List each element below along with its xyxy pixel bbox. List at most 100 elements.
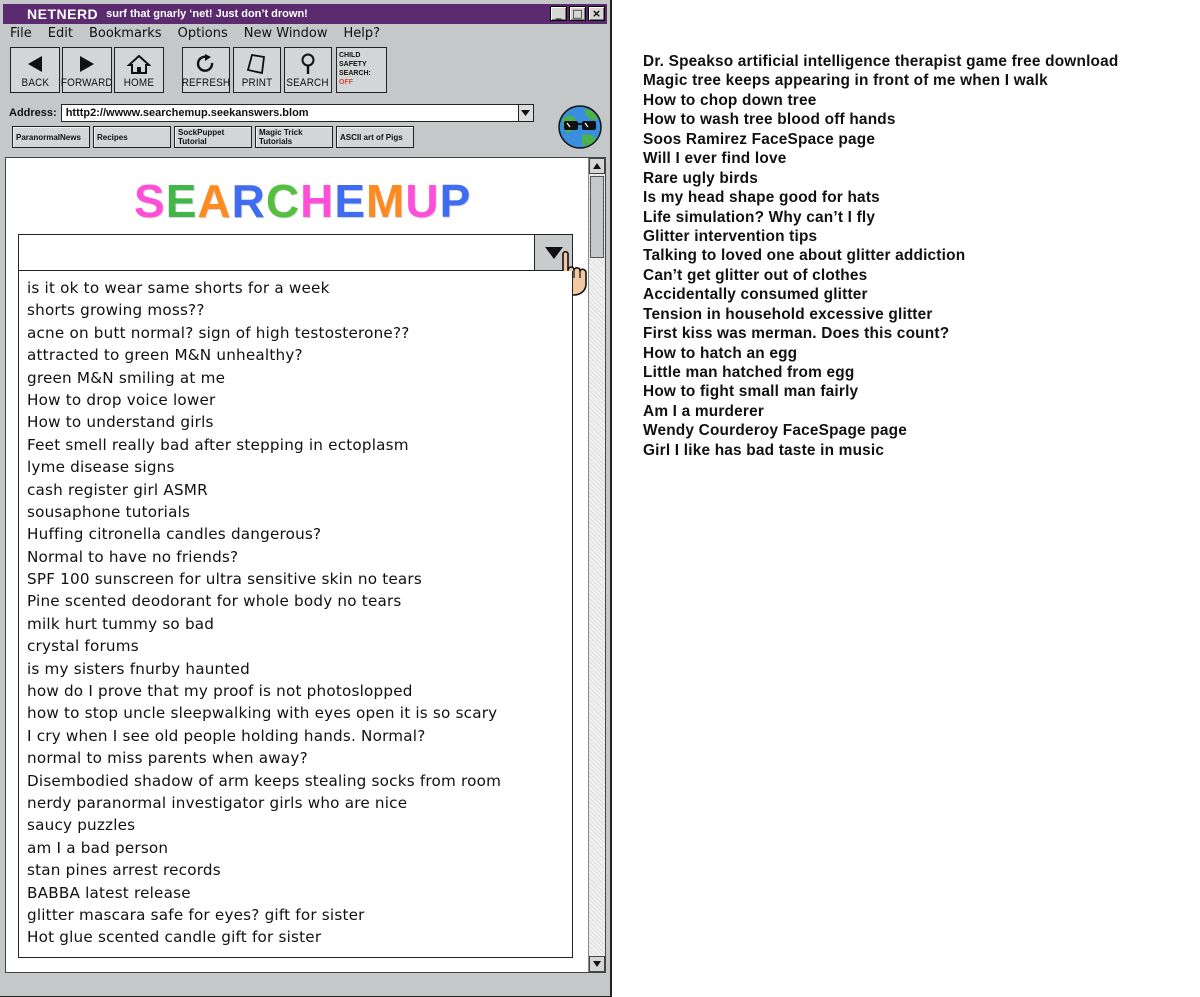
suggestion-item[interactable]: am I a bad person xyxy=(27,837,572,859)
suggestion-item[interactable]: Hot glue scented candle gift for sister xyxy=(27,926,572,948)
suggestion-item[interactable]: Pine scented deodorant for whole body no… xyxy=(27,590,572,612)
browser-window: NETNERD surf that gnarly ‘net! Just don’… xyxy=(0,0,612,997)
child-safety-line-1: CHILD xyxy=(339,52,361,59)
bookmark-sockpuppet-tutorial[interactable]: SockPuppet Tutorial xyxy=(174,126,252,148)
suggestion-item[interactable]: saucy puzzles xyxy=(27,814,572,836)
logo-letter: R xyxy=(231,175,266,227)
refresh-button[interactable]: REFRESH xyxy=(182,47,230,93)
home-button[interactable]: HOME xyxy=(114,47,164,93)
print-icon xyxy=(244,53,270,75)
print-label: PRINT xyxy=(241,77,273,89)
suggestion-item[interactable]: Disembodied shadow of arm keeps stealing… xyxy=(27,770,572,792)
menu-new-window[interactable]: New Window xyxy=(244,26,328,44)
suggestion-item[interactable]: crystal forums xyxy=(27,635,572,657)
address-bar: Address: htttp2://wwww.searchemup.seekan… xyxy=(9,103,549,123)
suggestion-item[interactable]: is it ok to wear same shorts for a week xyxy=(27,277,572,299)
search-suggestions-list: is it ok to wear same shorts for a week s… xyxy=(18,271,573,958)
bookmark-ascii-art-of-pigs[interactable]: ASCII art of Pigs xyxy=(336,126,414,148)
suggestion-item[interactable]: Huffing citronella candles dangerous? xyxy=(27,523,572,545)
child-safety-search-toggle[interactable]: CHILD SAFETY SEARCH: OFF xyxy=(336,47,387,93)
status-bar xyxy=(0,978,610,996)
page-viewport: SEARCHEMUP is it ok to wear same shorts … xyxy=(5,157,606,973)
history-item: Girl I like has bad taste in music xyxy=(643,441,885,459)
logo-letter: S xyxy=(134,175,166,227)
suggestion-item[interactable]: lyme disease signs xyxy=(27,456,572,478)
forward-button[interactable]: FORWARD xyxy=(61,47,113,93)
child-safety-line-2: SAFETY xyxy=(339,61,367,68)
scroll-thumb[interactable] xyxy=(590,176,604,258)
back-button[interactable]: BACK xyxy=(10,47,60,93)
suggestion-item[interactable]: How to understand girls xyxy=(27,411,572,433)
logo-letter: H xyxy=(300,175,335,227)
address-dropdown-button[interactable] xyxy=(517,105,533,121)
search-input[interactable] xyxy=(18,234,573,271)
suggestion-item[interactable]: attracted to green M&N unhealthy? xyxy=(27,344,572,366)
logo-letter: C xyxy=(265,175,301,227)
suggestion-item[interactable]: I cry when I see old people holding hand… xyxy=(27,725,572,747)
suggestion-item[interactable]: acne on butt normal? sign of high testos… xyxy=(27,322,572,344)
suggestion-item[interactable]: normal to miss parents when away? xyxy=(27,747,572,769)
suggestion-item[interactable]: BABBA latest release xyxy=(27,882,572,904)
suggestion-item[interactable]: sousaphone tutorials xyxy=(27,501,572,523)
vertical-scrollbar[interactable] xyxy=(588,158,605,972)
app-tagline: surf that gnarly ‘net! Just don’t drown! xyxy=(106,8,308,20)
logo-letter: E xyxy=(165,175,198,227)
search-button[interactable]: SEARCH xyxy=(284,47,332,93)
close-button[interactable]: × xyxy=(588,6,605,21)
chevron-down-icon xyxy=(521,110,531,116)
bookmark-magic-trick-tutorials[interactable]: Magic Trick Tutorials xyxy=(255,126,333,148)
bookmark-recipes[interactable]: Recipes xyxy=(93,126,171,148)
history-item: Tension in household excessive glitter xyxy=(643,305,933,323)
suggestion-item[interactable]: glitter mascara safe for eyes? gift for … xyxy=(27,904,572,926)
suggestion-item[interactable]: cash register girl ASMR xyxy=(27,479,572,501)
menu-bar: File Edit Bookmarks Options New Window H… xyxy=(10,26,396,44)
suggestion-item[interactable]: is my sisters fnurby haunted xyxy=(27,658,572,680)
logo-letter: M xyxy=(366,175,406,227)
title-bar[interactable]: NETNERD surf that gnarly ‘net! Just don’… xyxy=(3,4,607,24)
history-item: How to wash tree blood off hands xyxy=(643,111,896,129)
menu-options[interactable]: Options xyxy=(178,26,228,44)
scroll-down-button[interactable] xyxy=(589,956,605,972)
history-item: Dr. Speakso artificial intelligence ther… xyxy=(643,53,1119,70)
print-button[interactable]: PRINT xyxy=(233,47,281,93)
suggestion-item[interactable]: Normal to have no friends? xyxy=(27,546,572,568)
suggestion-item[interactable]: nerdy paranormal investigator girls who … xyxy=(27,792,572,814)
history-item: How to hatch an egg xyxy=(643,344,798,362)
suggestion-item[interactable]: stan pines arrest records xyxy=(27,859,572,881)
history-item: Little man hatched from egg xyxy=(643,364,855,381)
logo-letter: A xyxy=(197,175,232,227)
refresh-icon xyxy=(193,53,219,75)
suggestion-item[interactable]: how do I prove that my proof is not phot… xyxy=(27,680,572,702)
home-label: HOME xyxy=(123,77,155,89)
search-label: SEARCH xyxy=(286,77,330,89)
logo-letter: U xyxy=(405,175,440,227)
menu-edit[interactable]: Edit xyxy=(48,26,73,44)
app-title: NETNERD xyxy=(27,6,99,22)
search-magnifier-icon xyxy=(295,53,321,75)
suggestion-item[interactable]: green M&N smiling at me xyxy=(27,367,572,389)
suggestion-item[interactable]: Feet smell really bad after stepping in … xyxy=(27,434,572,456)
maximize-button[interactable]: □ xyxy=(569,6,586,21)
history-item: Wendy Courderoy FaceSpage page xyxy=(643,422,908,440)
history-item: Soos Ramirez FaceSpace page xyxy=(643,130,876,148)
back-label: BACK xyxy=(21,77,49,89)
history-item: Magic tree keeps appearing in front of m… xyxy=(643,72,1048,90)
menu-bookmarks[interactable]: Bookmarks xyxy=(89,26,162,44)
address-url: htttp2://wwww.searchemup.seekanswers.blo… xyxy=(65,107,309,119)
suggestion-item[interactable]: shorts growing moss?? xyxy=(27,299,572,321)
suggestion-item[interactable]: how to stop uncle sleepwalking with eyes… xyxy=(27,702,572,724)
history-item: Can’t get glitter out of clothes xyxy=(643,266,868,284)
address-input[interactable]: htttp2://wwww.searchemup.seekanswers.blo… xyxy=(60,104,534,122)
history-item: Rare ugly birds xyxy=(643,169,759,187)
search-history-list: Dr. Speakso artificial intelligence ther… xyxy=(643,52,1193,460)
scroll-up-button[interactable] xyxy=(589,158,605,174)
history-item: How to fight small man fairly xyxy=(643,383,859,401)
suggestion-item[interactable]: SPF 100 sunscreen for ultra sensitive sk… xyxy=(27,568,572,590)
window-controls: _ □ × xyxy=(550,6,605,21)
suggestion-item[interactable]: How to drop voice lower xyxy=(27,389,572,411)
bookmark-paranormal-news[interactable]: ParanormalNews xyxy=(12,126,90,148)
menu-help[interactable]: Help? xyxy=(344,26,381,44)
menu-file[interactable]: File xyxy=(10,26,32,44)
minimize-button[interactable]: _ xyxy=(550,6,567,21)
suggestion-item[interactable]: milk hurt tummy so bad xyxy=(27,613,572,635)
